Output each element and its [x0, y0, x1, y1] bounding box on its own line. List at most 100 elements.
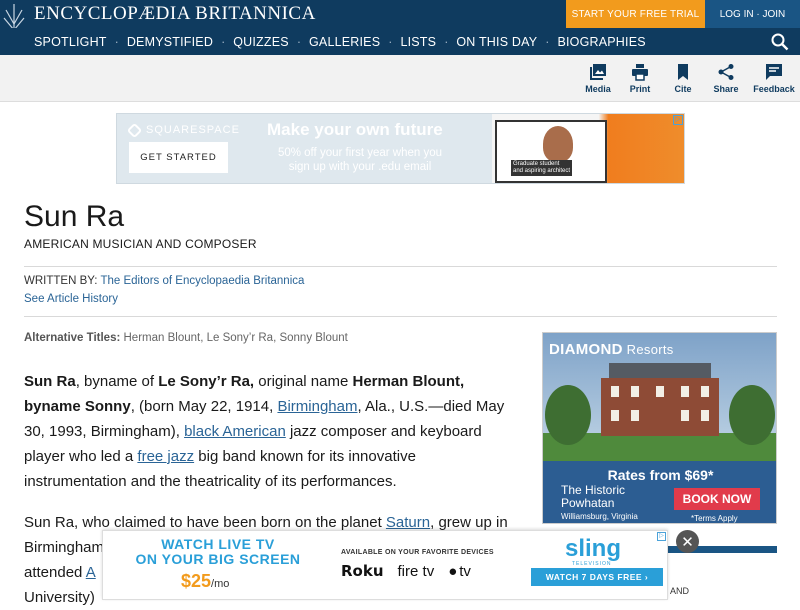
squarespace-logo-icon — [126, 122, 143, 138]
diamond-resorts-logo: DIAMOND Resorts — [549, 341, 674, 358]
nav-separator: · — [114, 34, 119, 49]
nav-separator: · — [388, 34, 393, 49]
text: attended — [24, 564, 86, 581]
author-link[interactable]: The Editors of Encyclopaedia Britannica — [100, 275, 304, 287]
nav-separator: · — [444, 34, 449, 49]
nav-separator: · — [545, 34, 550, 49]
watch-free-button[interactable]: WATCH 7 DAYS FREE › — [531, 568, 663, 586]
article-paragraph: Sun Ra, byname of Le Sony’r Ra, original… — [24, 369, 514, 494]
ad-hotel-name: The Historic Powhatan — [561, 484, 625, 510]
nav-demystified[interactable]: DEMYSTIFIED — [127, 35, 213, 49]
ad-location: Williamsburg, Virginia — [561, 512, 638, 521]
ad-tree — [545, 385, 591, 445]
ad-price-value: $25 — [181, 571, 212, 591]
print-label: Print — [629, 84, 651, 94]
ad-window — [631, 386, 639, 397]
page-subtitle: AMERICAN MUSICIAN AND COMPOSER — [24, 237, 257, 251]
alt-titles-value: Herman Blount, Le Sony’r Ra, Sonny Bloun… — [123, 332, 348, 344]
divider — [24, 266, 777, 267]
login-join-link[interactable]: LOG IN · JOIN — [705, 0, 800, 28]
ad-house-roof — [609, 363, 711, 379]
text: original name — [254, 373, 353, 390]
ad-window — [701, 386, 709, 397]
nav-quizzes[interactable]: QUIZZES — [233, 35, 289, 49]
ad-subtext-line-2: sign up with your .edu email — [288, 161, 432, 173]
ad-price: $25/mo — [181, 571, 229, 592]
nav-biographies[interactable]: BIOGRAPHIES — [557, 35, 645, 49]
resorts-brand: Resorts — [622, 342, 674, 357]
apple-tv-text: tv — [459, 562, 471, 580]
article-toolbar: Media Print Cite Share Feedback — [0, 55, 800, 102]
share-button[interactable]: Share — [703, 63, 749, 94]
share-label: Share — [713, 84, 739, 94]
media-button[interactable]: Media — [575, 63, 621, 94]
sling-tv-sticky-ad[interactable]: WATCH LIVE TV ON YOUR BIG SCREEN $25/mo … — [102, 530, 668, 600]
feedback-comment-icon — [766, 64, 782, 80]
article-history-link[interactable]: See Article History — [24, 293, 118, 305]
black-american-link[interactable]: black American — [184, 423, 286, 440]
text: University) — [24, 589, 95, 606]
divider — [24, 316, 777, 317]
birmingham-link[interactable]: Birmingham — [277, 398, 357, 415]
ad-line-2: ON YOUR BIG SCREEN — [135, 551, 301, 567]
get-started-button[interactable]: GET STARTED — [129, 142, 228, 173]
media-gallery-icon — [590, 64, 606, 80]
text: Sun Ra, who claimed to have been born on… — [24, 514, 386, 531]
free-jazz-link[interactable]: free jazz — [137, 448, 194, 465]
ad-rates: Rates from $69* — [607, 467, 714, 483]
nav-galleries[interactable]: GALLERIES — [309, 35, 380, 49]
ad-window — [656, 386, 664, 397]
saturn-link[interactable]: Saturn — [386, 514, 430, 531]
nav-separator: · — [296, 34, 301, 49]
cite-label: Cite — [674, 84, 692, 94]
search-icon[interactable] — [771, 33, 789, 51]
ad-subtext-line-1: 50% off your first year when you — [277, 147, 443, 159]
adchoices-icon[interactable]: ▷ — [657, 532, 666, 541]
ad-house — [601, 378, 719, 436]
ad-headline: Make your own future — [267, 120, 443, 139]
ad-caption-line-2: and aspiring architect — [513, 168, 571, 174]
book-now-button[interactable]: BOOK NOW — [674, 488, 760, 510]
sidebar-text: AND — [670, 586, 690, 596]
squarespace-banner-ad[interactable]: SQUARESPACE GET STARTED Make your own fu… — [116, 113, 685, 184]
ad-line-1: WATCH LIVE TV — [161, 536, 275, 552]
apple-icon: ● — [448, 562, 458, 580]
print-button[interactable]: Print — [617, 63, 663, 94]
bold-name: Sun Ra — [24, 373, 76, 390]
main-nav: SPOTLIGHT · DEMYSTIFIED · QUIZZES · GALL… — [34, 28, 646, 55]
squarespace-logo: SQUARESPACE — [126, 122, 240, 138]
cite-button[interactable]: Cite — [660, 63, 706, 94]
sling-television-text: TELEVISION — [572, 561, 612, 567]
ad-caption-line-1: Graduate student — [513, 161, 560, 167]
ad-terms: *Terms Apply — [691, 514, 738, 523]
share-icon — [718, 64, 734, 80]
truncated-link[interactable]: A — [86, 564, 96, 581]
printer-icon — [632, 64, 648, 81]
alt-titles-label: Alternative Titles: — [24, 332, 121, 344]
main-nav-bar: SPOTLIGHT · DEMYSTIFIED · QUIZZES · GALL… — [0, 28, 800, 55]
sling-logo: sling — [565, 535, 622, 562]
diamond-resorts-ad[interactable]: DIAMOND Resorts Rates from $69* The Hist… — [542, 332, 777, 524]
ad-photo-caption: Graduate student and aspiring architect — [511, 160, 573, 176]
ad-window — [701, 410, 709, 421]
adchoices-icon[interactable]: ▷ — [673, 115, 683, 125]
ad-price-per: /mo — [211, 578, 230, 590]
ad-window — [631, 410, 639, 421]
nav-separator: · — [221, 34, 226, 49]
ad-available-text: AVAILABLE ON YOUR FAVORITE DEVICES — [341, 549, 494, 556]
nav-spotlight[interactable]: SPOTLIGHT — [34, 35, 107, 49]
free-trial-button[interactable]: START YOUR FREE TRIAL — [566, 0, 705, 28]
nav-lists[interactable]: LISTS — [400, 35, 436, 49]
nav-on-this-day[interactable]: ON THIS DAY — [456, 35, 537, 49]
bookmark-icon — [678, 64, 688, 80]
close-ad-icon[interactable]: ✕ — [676, 530, 699, 553]
feedback-button[interactable]: Feedback — [751, 63, 797, 94]
bold-byname: Le Sony’r Ra, — [158, 373, 255, 390]
media-label: Media — [585, 84, 611, 94]
brand-title[interactable]: ENCYCLOPÆDIA BRITANNICA — [34, 3, 316, 25]
ad-window — [611, 386, 619, 397]
alternative-titles: Alternative Titles: Herman Blount, Le So… — [24, 332, 348, 344]
written-by-label: WRITTEN BY: — [24, 275, 98, 287]
ad-tree — [729, 385, 775, 445]
hotel-name-line-2: Powhatan — [561, 496, 615, 510]
